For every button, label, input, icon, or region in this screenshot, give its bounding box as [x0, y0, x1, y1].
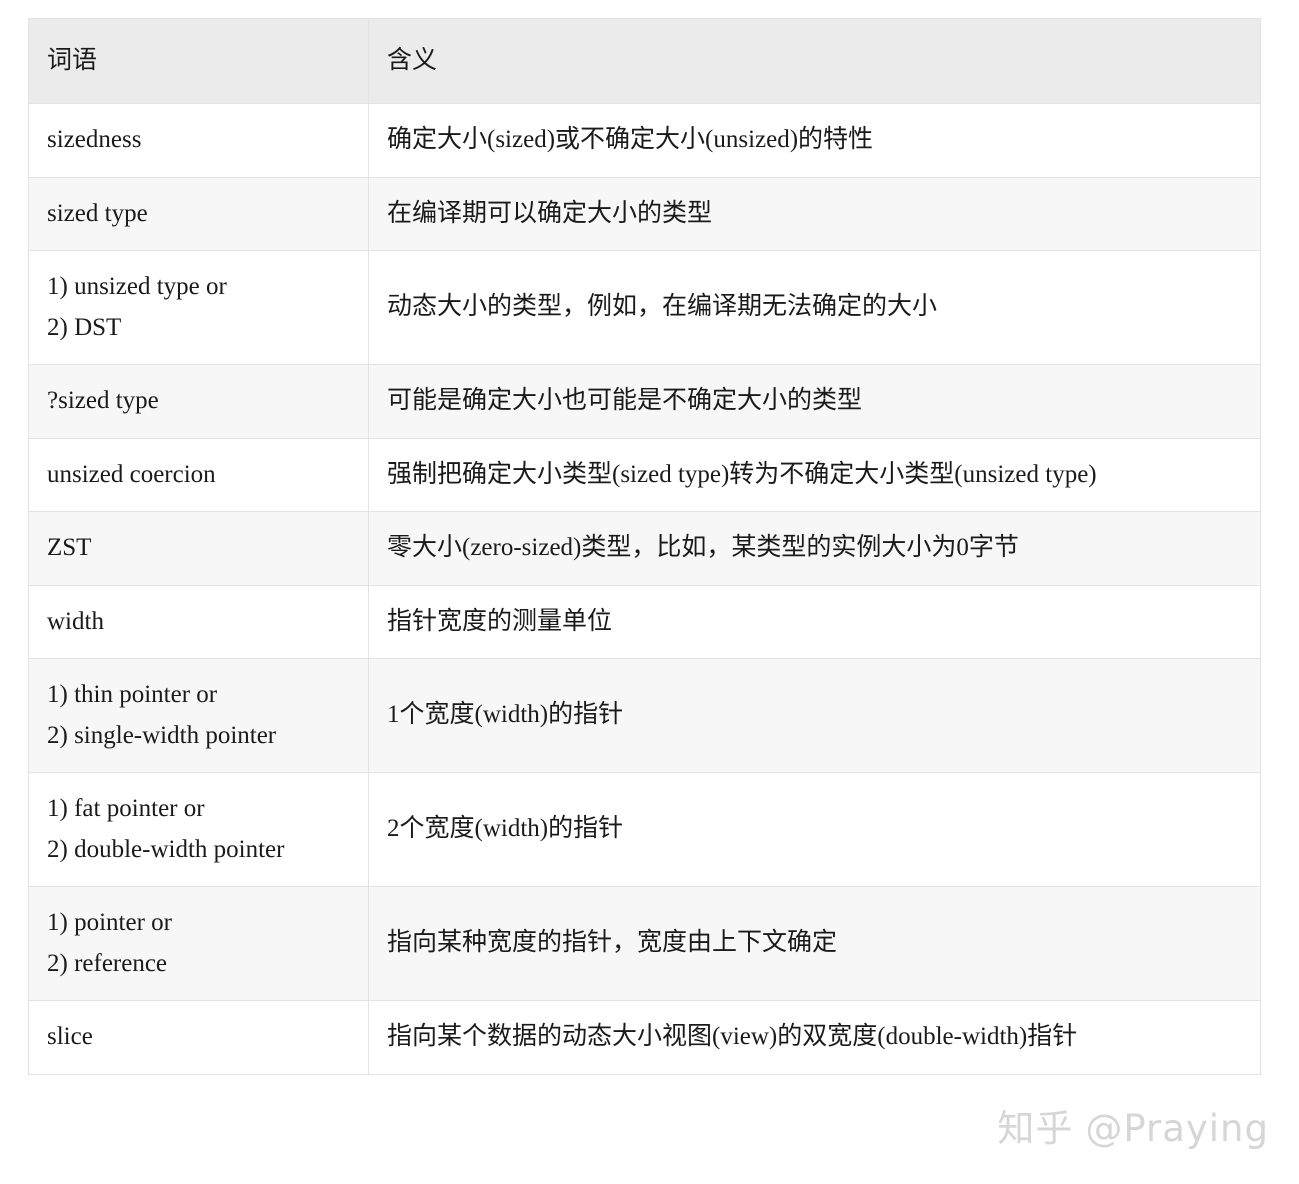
cell-meaning: 动态大小的类型，例如，在编译期无法确定的大小 — [368, 250, 1261, 365]
cell-term: 1) thin pointer or 2) single-width point… — [28, 658, 369, 773]
cell-term: 1) fat pointer or 2) double-width pointe… — [28, 772, 369, 887]
glossary-table: 词语 含义 sizedness 确定大小(sized)或不确定大小(unsize… — [28, 18, 1261, 1075]
zhihu-logo-text: 知乎 — [997, 1107, 1074, 1150]
table-header-row: 词语 含义 — [28, 18, 1261, 104]
cell-meaning: 强制把确定大小类型(sized type)转为不确定大小类型(unsized t… — [368, 437, 1261, 512]
cell-term: unsized coercion — [28, 437, 369, 512]
table-row: unsized coercion 强制把确定大小类型(sized type)转为… — [28, 437, 1261, 512]
table-row: 1) fat pointer or 2) double-width pointe… — [28, 772, 1261, 887]
cell-term: width — [28, 584, 369, 659]
column-header-term: 词语 — [28, 18, 369, 104]
table-body: sizedness 确定大小(sized)或不确定大小(unsized)的特性 … — [28, 103, 1261, 1075]
cell-term: ZST — [28, 511, 369, 586]
cell-meaning: 指向某种宽度的指针，宽度由上下文确定 — [368, 886, 1261, 1001]
cell-term: slice — [28, 1000, 369, 1075]
column-header-meaning: 含义 — [368, 18, 1261, 104]
cell-meaning: 确定大小(sized)或不确定大小(unsized)的特性 — [368, 103, 1261, 178]
cell-term: 1) unsized type or 2) DST — [28, 250, 369, 365]
cell-term: ?sized type — [28, 364, 369, 439]
cell-meaning: 2个宽度(width)的指针 — [368, 772, 1261, 887]
table-row: 1) thin pointer or 2) single-width point… — [28, 658, 1261, 773]
cell-meaning: 在编译期可以确定大小的类型 — [368, 176, 1261, 251]
cell-meaning: 1个宽度(width)的指针 — [368, 658, 1261, 773]
table-row: width 指针宽度的测量单位 — [28, 584, 1261, 659]
page-root: 词语 含义 sizedness 确定大小(sized)或不确定大小(unsize… — [0, 0, 1299, 1184]
cell-meaning: 可能是确定大小也可能是不确定大小的类型 — [368, 364, 1261, 439]
table-header: 词语 含义 — [28, 18, 1261, 104]
table-row: ?sized type 可能是确定大小也可能是不确定大小的类型 — [28, 364, 1261, 439]
table-row: sizedness 确定大小(sized)或不确定大小(unsized)的特性 — [28, 103, 1261, 178]
cell-meaning: 指针宽度的测量单位 — [368, 584, 1261, 659]
watermark-handle: @Praying — [1085, 1107, 1269, 1150]
table-row: slice 指向某个数据的动态大小视图(view)的双宽度(double-wid… — [28, 1000, 1261, 1075]
cell-meaning: 零大小(zero-sized)类型，比如，某类型的实例大小为0字节 — [368, 511, 1261, 586]
cell-term: sized type — [28, 176, 369, 251]
cell-meaning: 指向某个数据的动态大小视图(view)的双宽度(double-width)指针 — [368, 1000, 1261, 1075]
table-row: ZST 零大小(zero-sized)类型，比如，某类型的实例大小为0字节 — [28, 511, 1261, 586]
table-row: 1) pointer or 2) reference 指向某种宽度的指针，宽度由… — [28, 886, 1261, 1001]
watermark: 知乎 @Praying — [997, 1098, 1269, 1152]
cell-term: 1) pointer or 2) reference — [28, 886, 369, 1001]
table-row: 1) unsized type or 2) DST 动态大小的类型，例如，在编译… — [28, 250, 1261, 365]
table-row: sized type 在编译期可以确定大小的类型 — [28, 176, 1261, 251]
cell-term: sizedness — [28, 103, 369, 178]
